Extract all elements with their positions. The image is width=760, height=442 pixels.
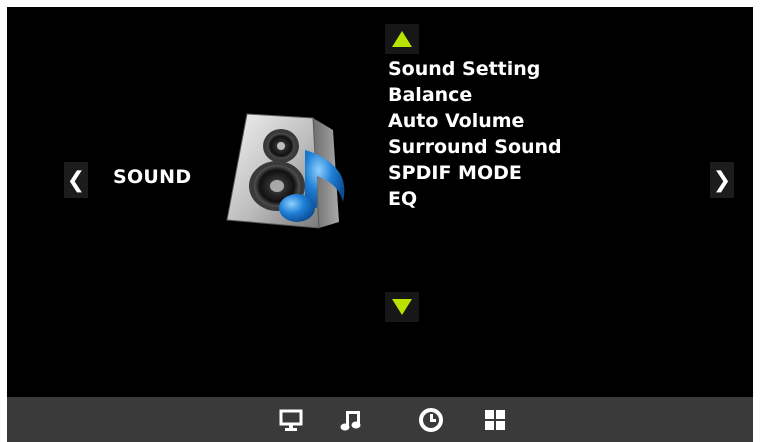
menu-title: SOUND (113, 166, 192, 188)
triangle-down-icon (392, 299, 412, 315)
clock-icon[interactable] (417, 406, 445, 434)
option-balance[interactable]: Balance (388, 82, 562, 108)
sound-options-list: Sound Setting Balance Auto Volume Surrou… (388, 56, 562, 212)
scroll-down-button[interactable] (385, 292, 419, 322)
chevron-right-icon: ❯ (712, 167, 732, 193)
option-spdif-mode[interactable]: SPDIF MODE (388, 160, 562, 186)
scroll-up-button[interactable] (385, 24, 419, 54)
chevron-left-icon: ❮ (66, 167, 86, 193)
option-eq[interactable]: EQ (388, 186, 562, 212)
grid-icon[interactable] (481, 406, 509, 434)
speaker-music-note-icon (221, 110, 355, 234)
triangle-up-icon (392, 31, 412, 47)
menu-panel (7, 7, 753, 397)
monitor-icon[interactable] (277, 406, 305, 434)
previous-menu-button[interactable]: ❮ (64, 162, 88, 198)
next-menu-button[interactable]: ❯ (710, 162, 734, 198)
bottom-dock (7, 397, 753, 442)
tv-menu-screen: ❮ SOUND Sound Setting Balance Auto Volum… (0, 0, 760, 442)
option-sound-setting[interactable]: Sound Setting (388, 56, 562, 82)
option-auto-volume[interactable]: Auto Volume (388, 108, 562, 134)
option-surround-sound[interactable]: Surround Sound (388, 134, 562, 160)
music-note-icon[interactable] (337, 406, 365, 434)
